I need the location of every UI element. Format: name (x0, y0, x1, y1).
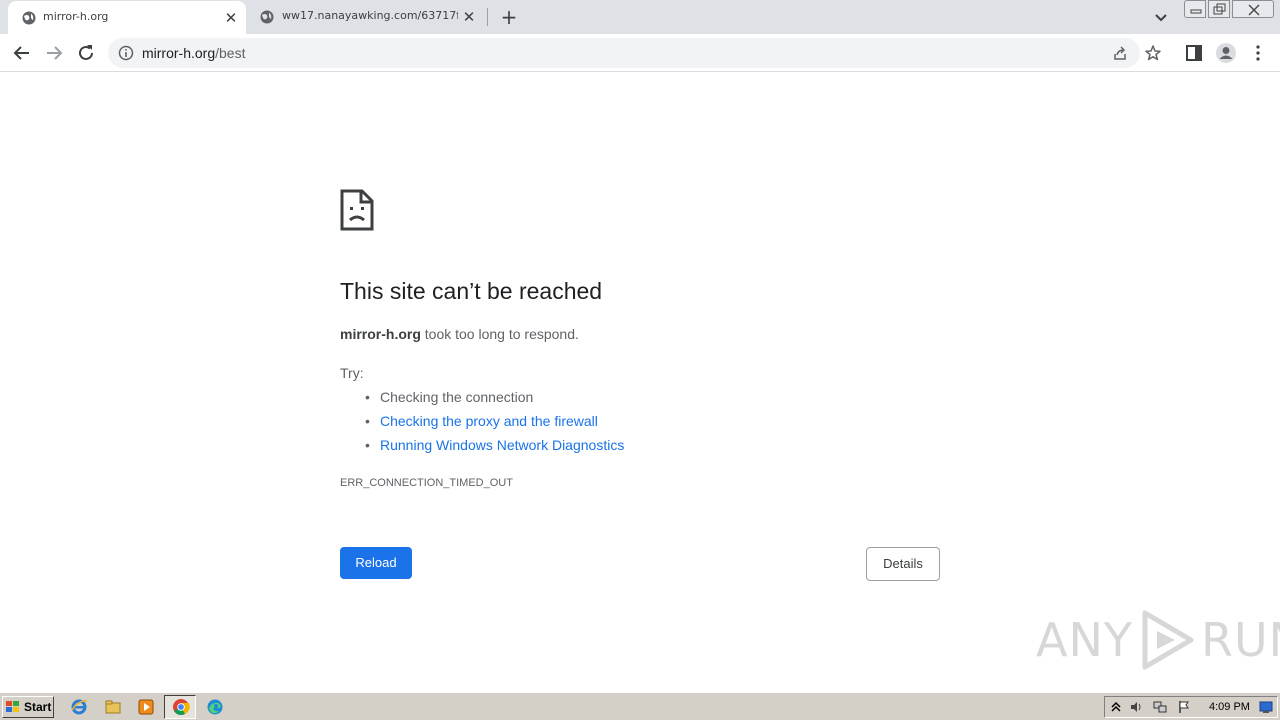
address-bar[interactable]: mirror-h.org/best (108, 38, 1161, 68)
error-message-text: took too long to respond. (420, 326, 579, 342)
show-desktop-icon[interactable] (1259, 700, 1273, 714)
bullet: • (365, 389, 370, 405)
share-icon[interactable] (1112, 45, 1128, 61)
url-host: mirror-h.org (142, 45, 216, 61)
proxy-firewall-link[interactable]: Checking the proxy and the firewall (380, 413, 598, 429)
windows-logo-icon (6, 701, 19, 712)
back-arrow-icon[interactable] (10, 41, 34, 65)
tab-strip: mirror-h.org ✕ ww17.nanayawking.com/6371… (0, 0, 1280, 34)
sad-document-icon (340, 189, 374, 231)
globe-icon (22, 11, 36, 25)
suggestion-item: • Checking the connection (365, 389, 533, 405)
network-diagnostics-link[interactable]: Running Windows Network Diagnostics (380, 437, 624, 453)
url-path: /best (215, 45, 246, 61)
details-button[interactable]: Details (866, 547, 940, 581)
error-code: ERR_CONNECTION_TIMED_OUT (340, 477, 513, 489)
minimize-icon (1190, 9, 1202, 14)
show-hidden-icons-icon[interactable] (1109, 700, 1123, 714)
close-tab-icon[interactable]: ✕ (222, 9, 240, 27)
internet-explorer-icon[interactable] (70, 698, 88, 716)
url-text[interactable]: mirror-h.org/best (142, 45, 245, 61)
forward-arrow-icon[interactable] (42, 41, 66, 65)
close-window-button[interactable] (1232, 0, 1274, 18)
error-page: This site can’t be reached mirror-h.org … (0, 73, 1280, 691)
globe-icon (260, 10, 274, 24)
suggestion-item: • Running Windows Network Diagnostics (365, 437, 624, 453)
clock: 4:09 PM (1209, 701, 1250, 713)
restore-button[interactable] (1208, 0, 1230, 18)
browser-toolbar: mirror-h.org/best (0, 34, 1280, 72)
error-title: This site can’t be reached (340, 278, 603, 304)
bullet: • (365, 437, 370, 453)
restore-icon (1213, 3, 1226, 15)
start-label: Start (24, 700, 52, 714)
watermark-right: RUN (1200, 613, 1280, 667)
profile-avatar-icon[interactable] (1214, 41, 1238, 65)
minimize-button[interactable] (1184, 0, 1206, 18)
chrome-icon (173, 699, 190, 715)
reload-button[interactable]: Reload (340, 547, 412, 579)
start-button[interactable]: Start (2, 696, 54, 718)
tab-mirror-h[interactable]: mirror-h.org ✕ (8, 1, 246, 34)
system-tray: 4:09 PM (1104, 696, 1278, 718)
suggestion-text: Checking the connection (380, 389, 534, 405)
error-host: mirror-h.org (340, 326, 421, 342)
reload-icon[interactable] (74, 41, 98, 65)
try-label: Try: (340, 365, 364, 381)
close-icon (1248, 4, 1260, 16)
edge-icon[interactable] (206, 698, 224, 716)
info-icon[interactable] (118, 45, 134, 61)
watermark-left: ANY (1036, 613, 1133, 667)
windows-taskbar: Start 4:09 PM (0, 692, 1280, 720)
anyrun-watermark: ANY RUN (1036, 609, 1280, 671)
media-player-icon[interactable] (137, 698, 155, 716)
network-icon[interactable] (1153, 700, 1167, 714)
side-panel-icon[interactable] (1182, 41, 1206, 65)
tab-title: mirror-h.org (43, 10, 109, 23)
new-tab-button[interactable]: + (498, 6, 520, 28)
bullet: • (365, 413, 370, 429)
close-tab-icon[interactable]: ✕ (460, 8, 478, 26)
suggestion-item: • Checking the proxy and the firewall (365, 413, 598, 429)
file-explorer-icon[interactable] (104, 698, 122, 716)
tab-title: ww17.nanayawking.com/63717fa25 (282, 9, 458, 22)
tab-nanayawking[interactable]: ww17.nanayawking.com/63717fa25 ✕ (248, 0, 486, 34)
volume-icon[interactable] (1129, 700, 1143, 714)
chevron-down-icon[interactable] (1150, 6, 1172, 28)
tab-separator (487, 8, 488, 26)
error-message: mirror-h.org took too long to respond. (340, 326, 579, 342)
action-center-flag-icon[interactable] (1177, 700, 1191, 714)
bookmark-star-icon[interactable] (1144, 44, 1162, 62)
play-logo-icon (1142, 610, 1194, 670)
menu-kebab-icon[interactable] (1246, 41, 1270, 65)
chrome-taskbar-button[interactable] (164, 695, 196, 719)
